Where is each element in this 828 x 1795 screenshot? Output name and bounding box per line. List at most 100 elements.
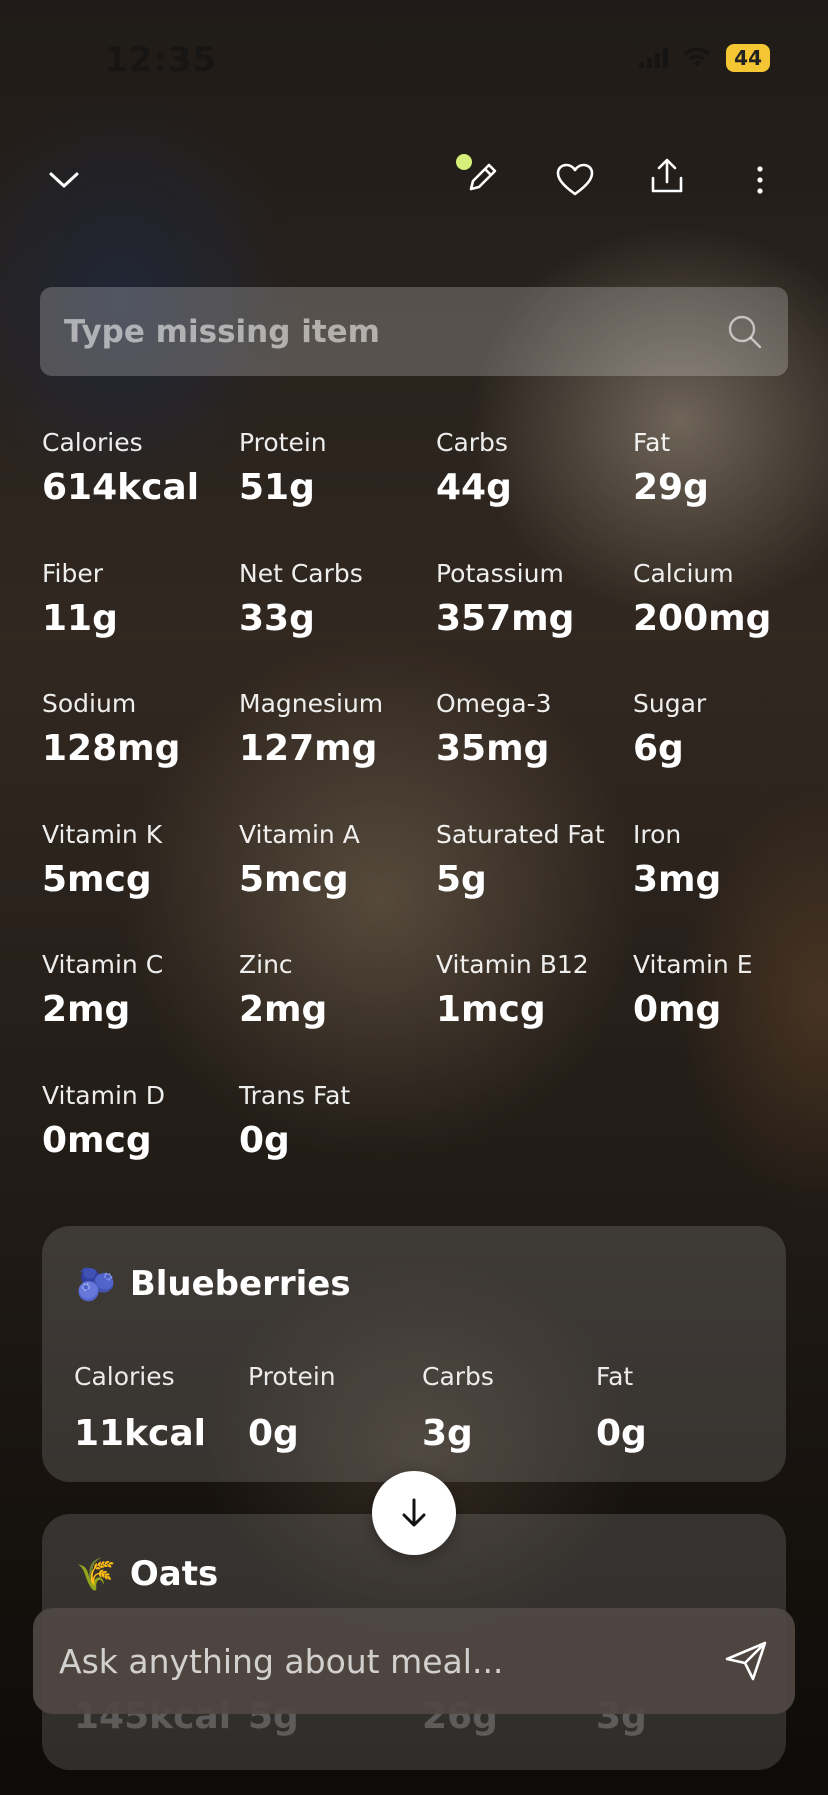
stat-label: Carbs (422, 1362, 494, 1391)
nutrient-label: Fat (633, 428, 671, 457)
nutrient-sugar: Sugar 6g (633, 689, 828, 820)
wifi-icon (683, 47, 711, 67)
share-button[interactable] (637, 146, 697, 206)
nutrient-value: 6g (633, 728, 684, 769)
food-stats: Calories 11kcal Protein 0g Carbs 3g Fat 0g (74, 1362, 770, 1454)
nutrient-saturated-fat: Saturated Fat 5g (436, 820, 633, 951)
nutrient-label: Protein (239, 428, 327, 457)
nutrient-label: Net Carbs (239, 558, 363, 588)
nutrient-label: Vitamin E (633, 950, 753, 979)
nutrient-value: 33g (239, 597, 315, 639)
food-card-header: 🌾 Oats (76, 1554, 218, 1594)
nutrient-magnesium: Magnesium 127mg (239, 689, 436, 820)
missing-item-input[interactable] (64, 313, 726, 350)
nutrient-label: Trans Fat (239, 1080, 351, 1110)
nutrient-label: Carbs (436, 428, 508, 457)
stat-label: Fat (596, 1362, 634, 1391)
nutrient-value: 0mg (633, 989, 722, 1030)
collapse-button[interactable] (34, 150, 94, 210)
nutrient-value: 0mcg (42, 1119, 152, 1161)
nutrient-omega-3: Omega-3 35mg (436, 689, 633, 820)
nutrient-value: 2mg (239, 989, 328, 1030)
food-stat-fat: Fat 0g (596, 1362, 770, 1454)
chevron-down-icon (49, 172, 79, 188)
nutrient-value: 128mg (42, 728, 181, 769)
nutrient-value: 2mg (42, 989, 131, 1030)
nutrient-value: 127mg (239, 728, 378, 769)
nutrient-grid: Calories 614kcal Protein 51g Carbs 44g Fat 29g F… (42, 428, 828, 1211)
nutrient-net-carbs: Net Carbs 33g (239, 559, 436, 690)
nutrient-label: Calories (42, 428, 143, 457)
nutrient-fat: Fat 29g (633, 428, 828, 559)
search-icon[interactable] (726, 313, 764, 351)
nutrient-sodium: Sodium 128mg (42, 689, 239, 820)
favorite-button[interactable] (545, 150, 605, 210)
nutrient-value: 1mcg (436, 989, 546, 1030)
nutrient-label: Sugar (633, 689, 707, 718)
scroll-down-button[interactable] (372, 1471, 456, 1555)
nutrient-label: Vitamin K (42, 819, 163, 849)
stat-value: 0g (596, 1413, 647, 1454)
nutrient-value: 200mg (633, 597, 772, 639)
stat-value: 11kcal (74, 1413, 207, 1454)
nutrient-vitamin-d: Vitamin D 0mcg (42, 1081, 239, 1212)
nutrient-value: 0g (239, 1119, 290, 1161)
stat-value: 3g (422, 1413, 473, 1454)
nutrient-label: Vitamin C (42, 950, 164, 979)
food-name: Blueberries (129, 1264, 351, 1304)
nutrient-value: 5g (436, 858, 487, 900)
battery-indicator: 44 (726, 44, 770, 72)
nutrient-zinc: Zinc 2mg (239, 950, 436, 1081)
more-button[interactable] (730, 150, 790, 210)
nutrient-label: Magnesium (239, 689, 384, 718)
blueberry-icon: 🫐 (76, 1265, 116, 1303)
stat-label: Protein (248, 1362, 336, 1391)
nutrient-value: 614kcal (42, 467, 200, 508)
nutrient-label: Sodium (42, 689, 137, 718)
nutrient-label: Iron (633, 819, 682, 849)
nutrient-vitamin-c: Vitamin C 2mg (42, 950, 239, 1081)
send-icon[interactable] (723, 1639, 769, 1683)
share-icon (651, 158, 683, 193)
food-stat-carbs: Carbs 3g (422, 1362, 596, 1454)
nutrient-protein: Protein 51g (239, 428, 436, 559)
nutrient-iron: Iron 3mg (633, 820, 828, 951)
nutrient-vitamin-e: Vitamin E 0mg (633, 950, 828, 1081)
nutrient-vitamin-b12: Vitamin B12 1mcg (436, 950, 633, 1081)
nutrient-value: 35mg (436, 728, 550, 769)
nutrient-label: Saturated Fat (436, 819, 605, 849)
stat-label: Calories (74, 1362, 175, 1391)
food-card-header: 🫐 Blueberries (76, 1264, 351, 1304)
pencil-icon (469, 163, 497, 191)
nutrient-value: 51g (239, 467, 315, 508)
more-vertical-icon (757, 166, 763, 194)
nutrient-potassium: Potassium 357mg (436, 559, 633, 690)
stat-value: 0g (248, 1413, 299, 1454)
nutrient-value: 11g (42, 597, 118, 639)
ask-meal-input[interactable] (59, 1641, 723, 1681)
nutrient-label: Vitamin B12 (436, 950, 589, 979)
cellular-signal-icon (639, 48, 669, 68)
food-name: Oats (129, 1554, 219, 1594)
nutrient-label: Zinc (239, 950, 293, 979)
nutrient-value: 357mg (436, 597, 575, 639)
nutrient-value: 5mcg (42, 858, 152, 900)
nutrient-value: 29g (633, 467, 709, 508)
nutrient-vitamin-k: Vitamin K 5mcg (42, 820, 239, 951)
arrow-down-icon (402, 1498, 426, 1527)
missing-item-search[interactable] (40, 287, 788, 376)
food-card-blueberries[interactable]: 🫐 Blueberries Calories 11kcal Protein 0g C… (42, 1226, 786, 1482)
nutrient-trans-fat: Trans Fat 0g (239, 1081, 436, 1212)
nutrient-label: Fiber (42, 558, 104, 588)
wheat-icon: 🌾 (76, 1555, 116, 1593)
nutrient-carbs: Carbs 44g (436, 428, 633, 559)
nutrient-value: 44g (436, 467, 512, 508)
edit-button[interactable] (452, 148, 512, 208)
status-indicators: 44 (639, 44, 770, 72)
ask-meal-bar[interactable] (33, 1608, 795, 1714)
nutrient-value: 5mcg (239, 858, 349, 900)
nutrient-label: Omega-3 (436, 689, 552, 718)
nutrient-vitamin-a: Vitamin A 5mcg (239, 820, 436, 951)
nutrient-fiber: Fiber 11g (42, 559, 239, 690)
heart-icon (556, 163, 594, 196)
